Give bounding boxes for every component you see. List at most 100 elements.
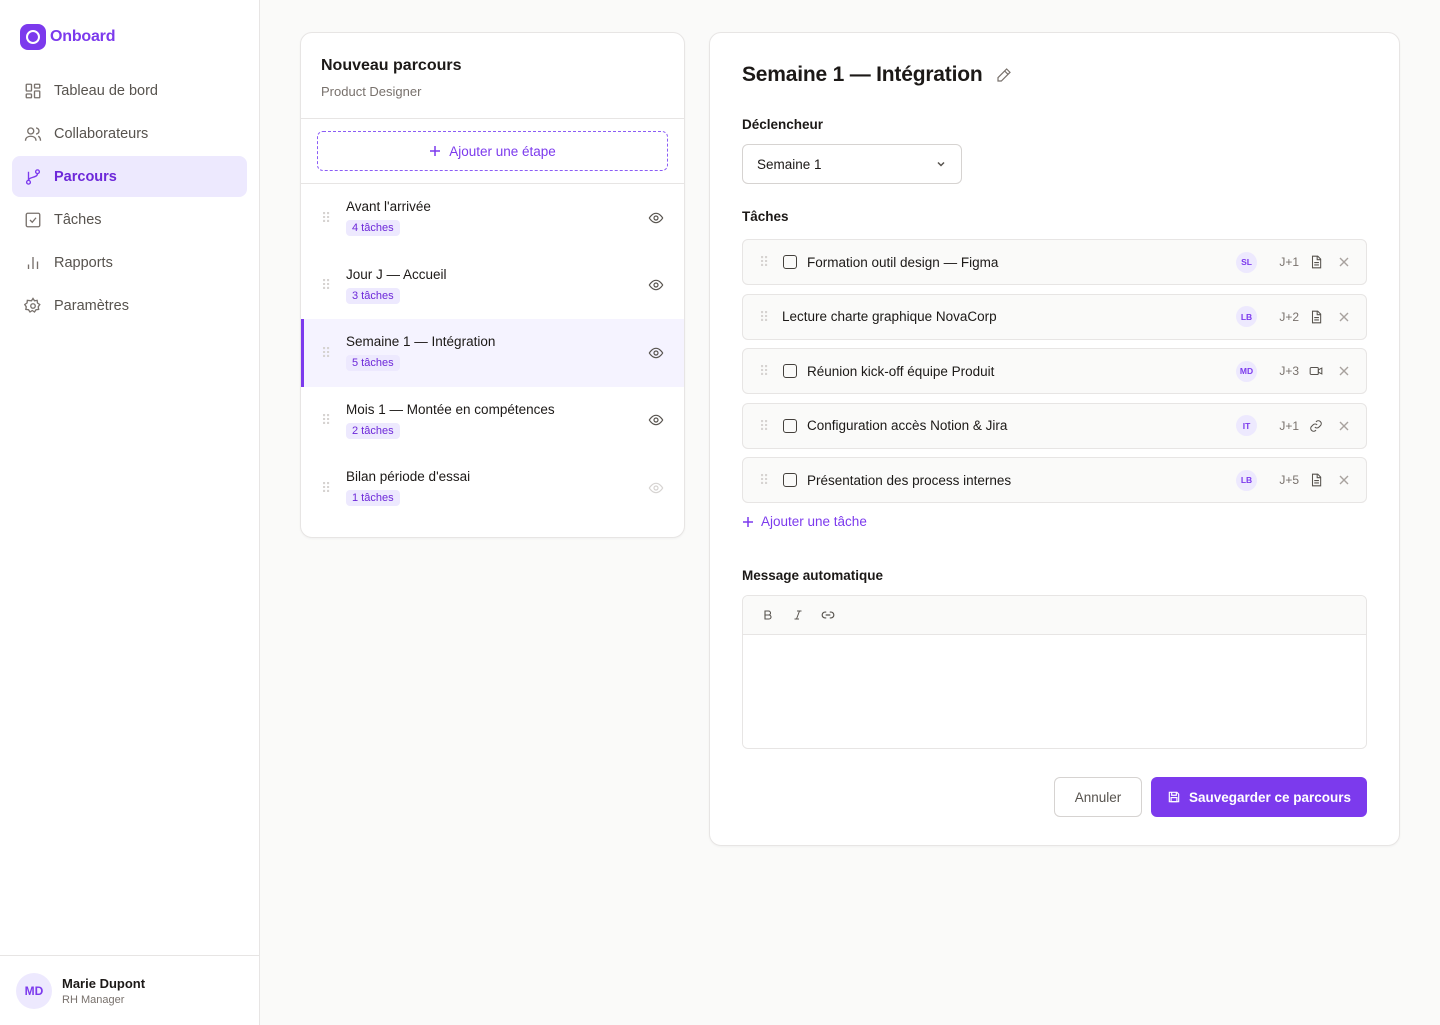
task-delay: J+1 bbox=[1279, 255, 1299, 269]
cancel-button[interactable]: Annuler bbox=[1054, 777, 1142, 817]
step-item[interactable]: ⠿ Bilan période d'essai 1 tâches bbox=[301, 454, 684, 522]
steps-header: Nouveau parcours Product Designer bbox=[301, 33, 684, 119]
users-icon bbox=[24, 126, 42, 141]
user-profile[interactable]: MD Marie Dupont RH Manager bbox=[0, 955, 259, 1025]
pencil-icon[interactable] bbox=[996, 67, 1012, 83]
sidebar: Onboard Tableau de bord Collaborateurs P… bbox=[0, 0, 260, 1025]
editor-title: Semaine 1 — Intégration bbox=[742, 63, 983, 86]
nav-item-tableau-de-bord[interactable]: Tableau de bord bbox=[12, 70, 247, 111]
tasks-list: ⠿ Formation outil design — Figma SL J+1 … bbox=[742, 239, 1367, 512]
gear-icon bbox=[24, 296, 41, 313]
task-name: Réunion kick-off équipe Produit bbox=[807, 363, 995, 379]
task-name: Formation outil design — Figma bbox=[807, 254, 999, 270]
editor-toolbar bbox=[743, 596, 1366, 635]
steps-list: ⠿ Avant l'arrivée 4 tâches ⠿ Jour J — Ac… bbox=[301, 184, 684, 522]
trigger-select[interactable]: Semaine 1 bbox=[742, 144, 962, 184]
document-icon bbox=[1311, 255, 1322, 269]
task-checkbox[interactable] bbox=[783, 364, 797, 378]
close-icon[interactable] bbox=[1338, 256, 1350, 268]
drag-handle-icon[interactable]: ⠿ bbox=[321, 278, 335, 292]
add-step-wrap: Ajouter une étape bbox=[301, 119, 684, 184]
step-task-count-badge: 5 tâches bbox=[346, 355, 400, 372]
task-name: Lecture charte graphique NovaCorp bbox=[782, 309, 997, 324]
add-task-label: Ajouter une tâche bbox=[761, 514, 867, 529]
drag-handle-icon[interactable]: ⠿ bbox=[759, 310, 773, 324]
task-name: Configuration accès Notion & Jira bbox=[807, 418, 1008, 433]
drag-handle-icon[interactable]: ⠿ bbox=[759, 364, 773, 378]
drag-handle-icon[interactable]: ⠿ bbox=[759, 473, 773, 487]
steps-title: Nouveau parcours bbox=[321, 57, 462, 74]
close-icon[interactable] bbox=[1338, 311, 1350, 323]
assignee-avatar[interactable]: LB bbox=[1236, 306, 1257, 327]
plus-icon bbox=[743, 516, 753, 527]
save-button[interactable]: Sauvegarder ce parcours bbox=[1151, 777, 1367, 817]
task-row[interactable]: ⠿ Réunion kick-off équipe Produit MD J+3 bbox=[742, 348, 1367, 394]
assignee-avatar[interactable]: MD bbox=[1236, 360, 1257, 382]
step-item[interactable]: ⠿ Avant l'arrivée 4 tâches bbox=[301, 184, 684, 252]
eye-icon[interactable] bbox=[648, 277, 664, 293]
task-row[interactable]: ⠿ Formation outil design — Figma SL J+1 bbox=[742, 239, 1367, 285]
nav-item-taches[interactable]: Tâches bbox=[12, 199, 247, 240]
drag-handle-icon[interactable]: ⠿ bbox=[759, 419, 773, 433]
bold-icon[interactable] bbox=[761, 608, 775, 622]
user-name: Marie Dupont bbox=[62, 975, 146, 991]
eye-icon[interactable] bbox=[648, 210, 664, 226]
nav-label: Collaborateurs bbox=[54, 125, 149, 142]
add-task-button[interactable]: Ajouter une tâche bbox=[742, 514, 867, 529]
close-icon[interactable] bbox=[1338, 365, 1350, 377]
close-icon[interactable] bbox=[1338, 420, 1350, 432]
eye-icon[interactable] bbox=[648, 345, 664, 361]
nav-item-rapports[interactable]: Rapports bbox=[12, 242, 247, 283]
nav-item-parcours[interactable]: Parcours bbox=[12, 156, 247, 197]
italic-icon[interactable] bbox=[791, 608, 805, 622]
step-editor: Semaine 1 — Intégration Déclencheur Sema… bbox=[709, 32, 1400, 846]
step-item[interactable]: ⠿ Jour J — Accueil 3 tâches bbox=[301, 252, 684, 320]
steps-subtitle: Product Designer bbox=[321, 84, 422, 99]
close-icon[interactable] bbox=[1338, 474, 1350, 486]
document-icon bbox=[1311, 310, 1322, 323]
task-name: Présentation des process internes bbox=[807, 472, 1012, 488]
task-delay: J+3 bbox=[1279, 364, 1299, 378]
nav-item-parametres[interactable]: Paramètres bbox=[12, 285, 247, 326]
drag-handle-icon[interactable]: ⠿ bbox=[759, 255, 773, 269]
task-row[interactable]: ⠿ Présentation des process internes LB J… bbox=[742, 457, 1367, 503]
trigger-label: Déclencheur bbox=[742, 117, 824, 132]
task-delay: J+5 bbox=[1279, 473, 1299, 487]
task-checkbox[interactable] bbox=[783, 255, 797, 269]
eye-icon[interactable] bbox=[648, 412, 664, 428]
step-task-count-badge: 3 tâches bbox=[346, 287, 400, 304]
document-icon bbox=[1311, 473, 1322, 487]
add-step-button[interactable]: Ajouter une étape bbox=[317, 131, 668, 171]
link-icon bbox=[1310, 419, 1322, 432]
message-editor bbox=[742, 595, 1367, 749]
step-task-count-badge: 1 tâches bbox=[346, 490, 400, 507]
message-textarea[interactable] bbox=[743, 635, 1366, 748]
nav-item-collaborateurs[interactable]: Collaborateurs bbox=[12, 113, 247, 154]
assignee-avatar[interactable]: IT bbox=[1236, 415, 1257, 436]
video-icon bbox=[1309, 366, 1323, 376]
task-row[interactable]: ⠿ Configuration accès Notion & Jira IT J… bbox=[742, 402, 1367, 449]
steps-panel: Nouveau parcours Product Designer Ajoute… bbox=[300, 32, 685, 538]
drag-handle-icon[interactable]: ⠿ bbox=[321, 481, 335, 495]
task-delay: J+1 bbox=[1279, 418, 1299, 433]
step-item[interactable]: ⠿ Mois 1 — Montée en compétences 2 tâche… bbox=[301, 387, 684, 455]
brand[interactable]: Onboard bbox=[20, 24, 115, 50]
task-row[interactable]: ⠿ Lecture charte graphique NovaCorp LB J… bbox=[742, 293, 1367, 340]
step-task-count-badge: 4 tâches bbox=[346, 220, 400, 237]
main-nav: Tableau de bord Collaborateurs Parcours … bbox=[12, 70, 247, 328]
route-icon bbox=[25, 168, 41, 185]
eye-icon[interactable] bbox=[648, 480, 664, 496]
drag-handle-icon[interactable]: ⠿ bbox=[321, 413, 335, 427]
assignee-avatar[interactable]: LB bbox=[1236, 469, 1257, 491]
plus-icon bbox=[430, 146, 441, 156]
assignee-avatar[interactable]: SL bbox=[1236, 251, 1257, 273]
link-icon[interactable] bbox=[821, 608, 835, 622]
user-role: RH Manager bbox=[62, 993, 125, 1006]
task-checkbox[interactable] bbox=[783, 418, 797, 433]
drag-handle-icon[interactable]: ⠿ bbox=[321, 346, 335, 360]
nav-label: Tâches bbox=[54, 211, 102, 228]
task-checkbox[interactable] bbox=[783, 473, 797, 487]
drag-handle-icon[interactable]: ⠿ bbox=[321, 211, 335, 225]
add-step-label: Ajouter une étape bbox=[449, 143, 556, 159]
step-item-active[interactable]: ⠿ Semaine 1 — Intégration 5 tâches bbox=[301, 319, 684, 387]
